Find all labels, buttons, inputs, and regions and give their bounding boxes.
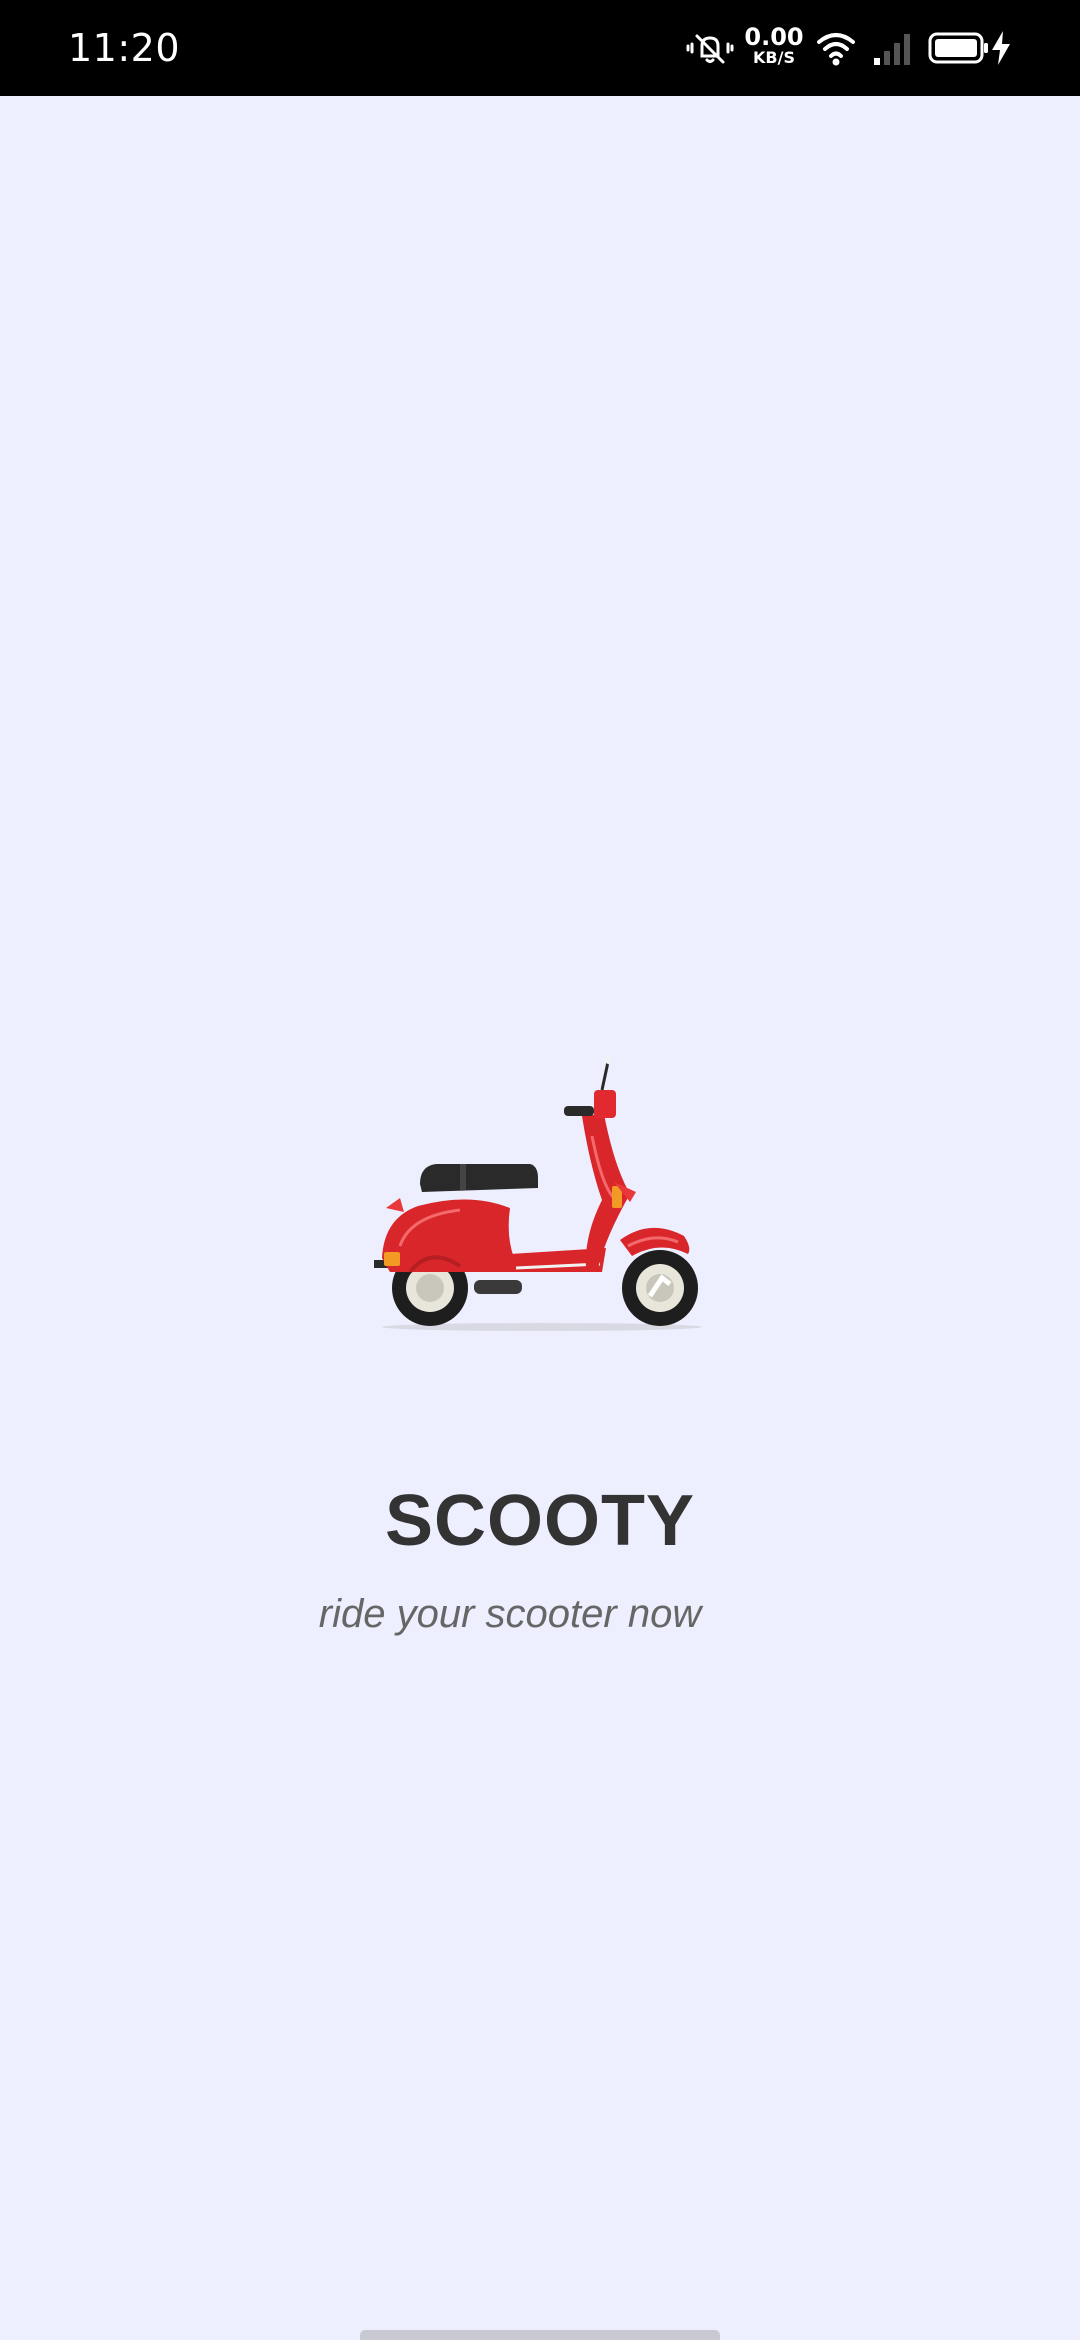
app-tagline: ride your scooter now bbox=[318, 1592, 702, 1636]
network-speed-unit: KB/S bbox=[753, 48, 795, 67]
splash-screen: SCOOTY ride your scooter now bbox=[0, 96, 1080, 2340]
scooter-icon bbox=[370, 996, 710, 1336]
battery-icon bbox=[928, 32, 988, 64]
charging-icon bbox=[992, 31, 1010, 65]
signal-icon bbox=[874, 34, 910, 65]
wifi-icon bbox=[817, 33, 855, 66]
status-time: 11:20 bbox=[68, 26, 181, 70]
app-title: SCOOTY bbox=[384, 1481, 696, 1561]
home-indicator[interactable] bbox=[360, 2330, 720, 2340]
network-speed-value: 0.00 bbox=[744, 23, 804, 51]
vibrate-mute-icon bbox=[686, 34, 734, 64]
status-bar: 11:20 0.00 KB/S bbox=[0, 0, 1080, 96]
network-speed: 0.00 KB/S bbox=[744, 24, 804, 66]
